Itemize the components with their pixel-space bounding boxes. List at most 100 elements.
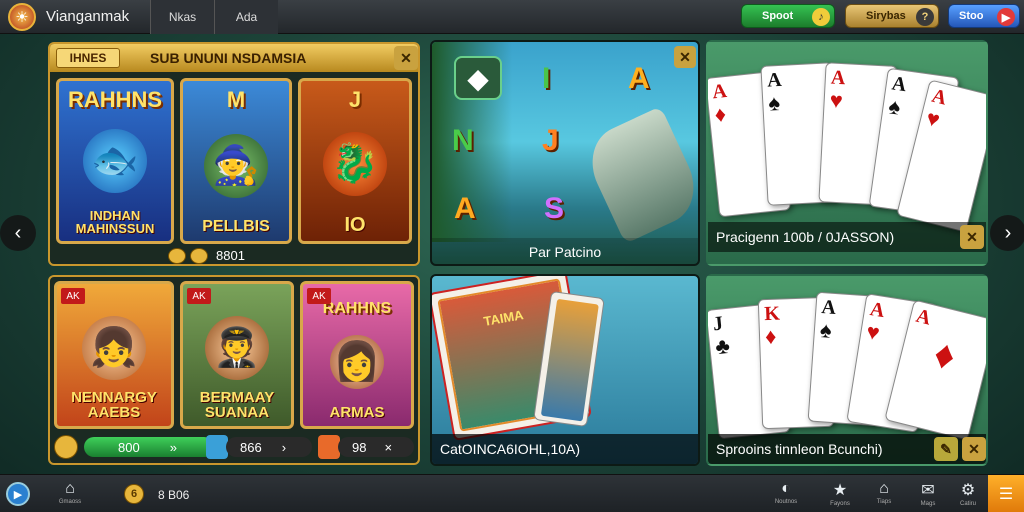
card-rank: J xyxy=(711,312,725,336)
character-game-card[interactable]: AK RAHHNS 👩 ARMAS xyxy=(300,281,414,429)
nav-label: Noutnos xyxy=(774,499,798,505)
shop-icon: ⌂ xyxy=(879,480,889,497)
play-icon: ▶ xyxy=(997,8,1015,26)
nav-tiaps[interactable]: ⌂ Tiaps xyxy=(866,480,902,510)
stat-mark: » xyxy=(169,439,177,455)
nav-label: Fayons xyxy=(830,501,850,507)
character-tag: AK xyxy=(61,288,85,304)
character-game-title: ARMAS xyxy=(329,404,385,421)
nav-label: Catiru xyxy=(959,501,976,507)
slots-badge: IHNES xyxy=(56,48,120,68)
nav-label: Tiaps xyxy=(876,499,892,505)
character-game-title: BERMAAY SUANAA xyxy=(199,389,275,421)
stat-pill[interactable]: 98 × xyxy=(338,437,414,457)
slot-game-card[interactable]: M 🧙 PELLBIS xyxy=(180,78,292,244)
slot-game-card[interactable]: J 🐉 IO xyxy=(298,78,412,244)
card-rank: A xyxy=(913,304,934,330)
reel-panel[interactable]: ◆ I A N J A S ✕ Par Patcino xyxy=(430,40,700,266)
spade-icon: ♠ xyxy=(767,90,781,116)
reel-symbol: N xyxy=(452,124,474,157)
characters-panel: AK 👧 NENNARGY AAEBS AK 🧑‍✈️ BERMAAY SUAN… xyxy=(48,275,420,465)
diamond-icon: ♦ xyxy=(929,330,961,380)
stat-value: 866 xyxy=(240,439,262,455)
heart-icon: ♥ xyxy=(923,105,943,133)
reel-symbol: A xyxy=(454,192,476,225)
woman-icon: 👩 xyxy=(330,334,384,389)
cards-panel-top[interactable]: A ♦ A ♠ A ♥ A ♠ A ♥ Pracigenn 100b / 0JASSON)… xyxy=(706,40,988,266)
slots-panel-title: SUB UNUNI NSDAMSIA xyxy=(150,50,307,66)
stoo-label: Stoo xyxy=(959,10,984,22)
card-rank: A xyxy=(830,66,846,90)
sirybas-button[interactable]: Sirybas ? xyxy=(845,4,939,28)
app-title: Vianganmak xyxy=(46,8,130,25)
close-icon[interactable]: ✕ xyxy=(960,225,984,249)
cards-caption-top: Pracigenn 100b / 0JASSON) xyxy=(708,222,986,252)
reel-symbol: I xyxy=(542,62,551,95)
home-label: Gmaoss xyxy=(58,499,82,505)
close-icon[interactable]: ✕ xyxy=(674,46,696,68)
tarot-caption: CatOINCA6IOHL,10A) xyxy=(432,434,698,464)
prev-arrow-icon[interactable]: ‹ xyxy=(0,215,36,251)
tab-nkas[interactable]: Nkas xyxy=(150,0,214,34)
slot-game-subtitle: INDHAN MAHINSSUN xyxy=(75,208,155,236)
slot-game-subtitle: IO xyxy=(344,214,366,236)
gem-icon xyxy=(206,435,228,459)
tarot-panel[interactable]: TAIMA CatOINCA6IOHL,10A) xyxy=(430,274,700,466)
home-button[interactable]: ⌂ Gmaoss xyxy=(52,480,88,510)
chest-icon xyxy=(318,435,340,459)
character-game-card[interactable]: AK 👧 NENNARGY AAEBS xyxy=(54,281,174,429)
house-icon: ⌂ xyxy=(65,480,75,497)
globe-icon: ◐ xyxy=(781,480,791,497)
nav-fayons[interactable]: ★ Fayons xyxy=(822,480,858,510)
cards-panel-bottom[interactable]: J ♣ K ♦ A ♠ A ♥ A ♦ Sprooins tinnleon Bcunchi… xyxy=(706,274,988,466)
tab-ada[interactable]: Ada xyxy=(214,0,278,34)
stoo-button[interactable]: Stoo ▶ xyxy=(948,4,1020,28)
stat-mark: › xyxy=(281,439,287,455)
coin-icon: 6 xyxy=(124,484,144,504)
spoot-button[interactable]: Spoot ♪ xyxy=(741,4,835,28)
card-rank: A xyxy=(711,79,728,104)
close-icon[interactable]: ✕ xyxy=(394,46,418,70)
info-icon[interactable]: ✎ xyxy=(934,437,958,461)
coin-icon xyxy=(54,435,78,459)
nav-label: Mags xyxy=(920,501,936,507)
slot-game-title: M xyxy=(226,87,246,112)
sirybas-label: Sirybas xyxy=(866,10,906,22)
stat-pill[interactable]: 800 » xyxy=(84,437,214,457)
card-rank: A xyxy=(766,68,783,92)
reel-caption: Par Patcino xyxy=(432,238,698,264)
spoot-label: Spoot xyxy=(762,10,794,22)
gem-icon: ◆ xyxy=(454,56,502,100)
close-icon[interactable]: ✕ xyxy=(962,437,986,461)
fish-icon: 🐟 xyxy=(83,129,147,193)
character-tag: AK xyxy=(187,288,211,304)
stat-pill[interactable]: 866 › xyxy=(226,437,312,457)
nav-catiru[interactable]: ⚙ Catiru xyxy=(950,480,986,510)
nav-mags[interactable]: ✉ Mags xyxy=(910,480,946,510)
character-game-card[interactable]: AK 🧑‍✈️ BERMAAY SUANAA xyxy=(180,281,294,429)
music-note-icon: ♪ xyxy=(812,8,830,26)
next-arrow-icon[interactable]: › xyxy=(990,215,1024,251)
character-game-title: NENNARGY AAEBS xyxy=(71,389,157,421)
nav-noutnos[interactable]: ◐ Noutnos xyxy=(768,480,804,510)
app-logo-icon[interactable]: ☀ xyxy=(8,3,36,31)
menu-icon[interactable]: ☰ xyxy=(988,475,1024,512)
card-rank: A xyxy=(820,296,837,320)
fish-icon xyxy=(578,106,698,244)
stat-value: 98 xyxy=(352,439,367,455)
slot-game-card[interactable]: RAHHNS 🐟 INDHAN MAHINSSUN xyxy=(56,78,174,244)
stat-value: 800 xyxy=(118,439,140,455)
coin-icon xyxy=(190,248,208,264)
stat-mark: × xyxy=(384,439,393,455)
card-rank: K xyxy=(763,302,781,326)
slots-panel: IHNES SUB UNUNI NSDAMSIA ✕ RAHHNS 🐟 INDH… xyxy=(48,42,420,266)
girl-icon: 👧 xyxy=(82,316,146,380)
play-icon[interactable]: ▶ xyxy=(6,482,30,506)
reel-symbol: S xyxy=(544,192,565,225)
help-icon: ? xyxy=(916,8,934,26)
slot-game-subtitle: PELLBIS xyxy=(202,218,270,235)
character-game-banner: RAHHNS xyxy=(322,300,392,317)
aviator-icon: 🧑‍✈️ xyxy=(205,316,269,380)
slots-footer-value: 8801 xyxy=(216,248,245,263)
slot-game-title: RAHHNS xyxy=(67,87,163,112)
